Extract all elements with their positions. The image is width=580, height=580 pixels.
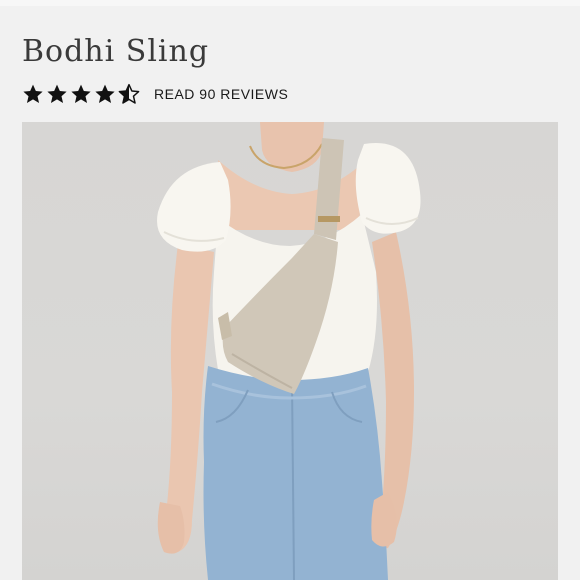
- star-icon: [23, 84, 43, 103]
- product-rating: READ 90 REVIEWS: [22, 82, 288, 106]
- product-title: Bodhi Sling: [22, 34, 210, 69]
- product-photo-illustration: [157, 122, 421, 580]
- star-icon: [71, 84, 91, 103]
- read-reviews-link[interactable]: READ 90 REVIEWS: [154, 86, 288, 102]
- product-image[interactable]: [22, 122, 558, 580]
- half-star-icon: [118, 83, 140, 104]
- star-icon: [47, 84, 67, 103]
- page-top-divider: [0, 0, 580, 6]
- star-icon: [95, 84, 115, 103]
- rating-stars[interactable]: [22, 83, 140, 105]
